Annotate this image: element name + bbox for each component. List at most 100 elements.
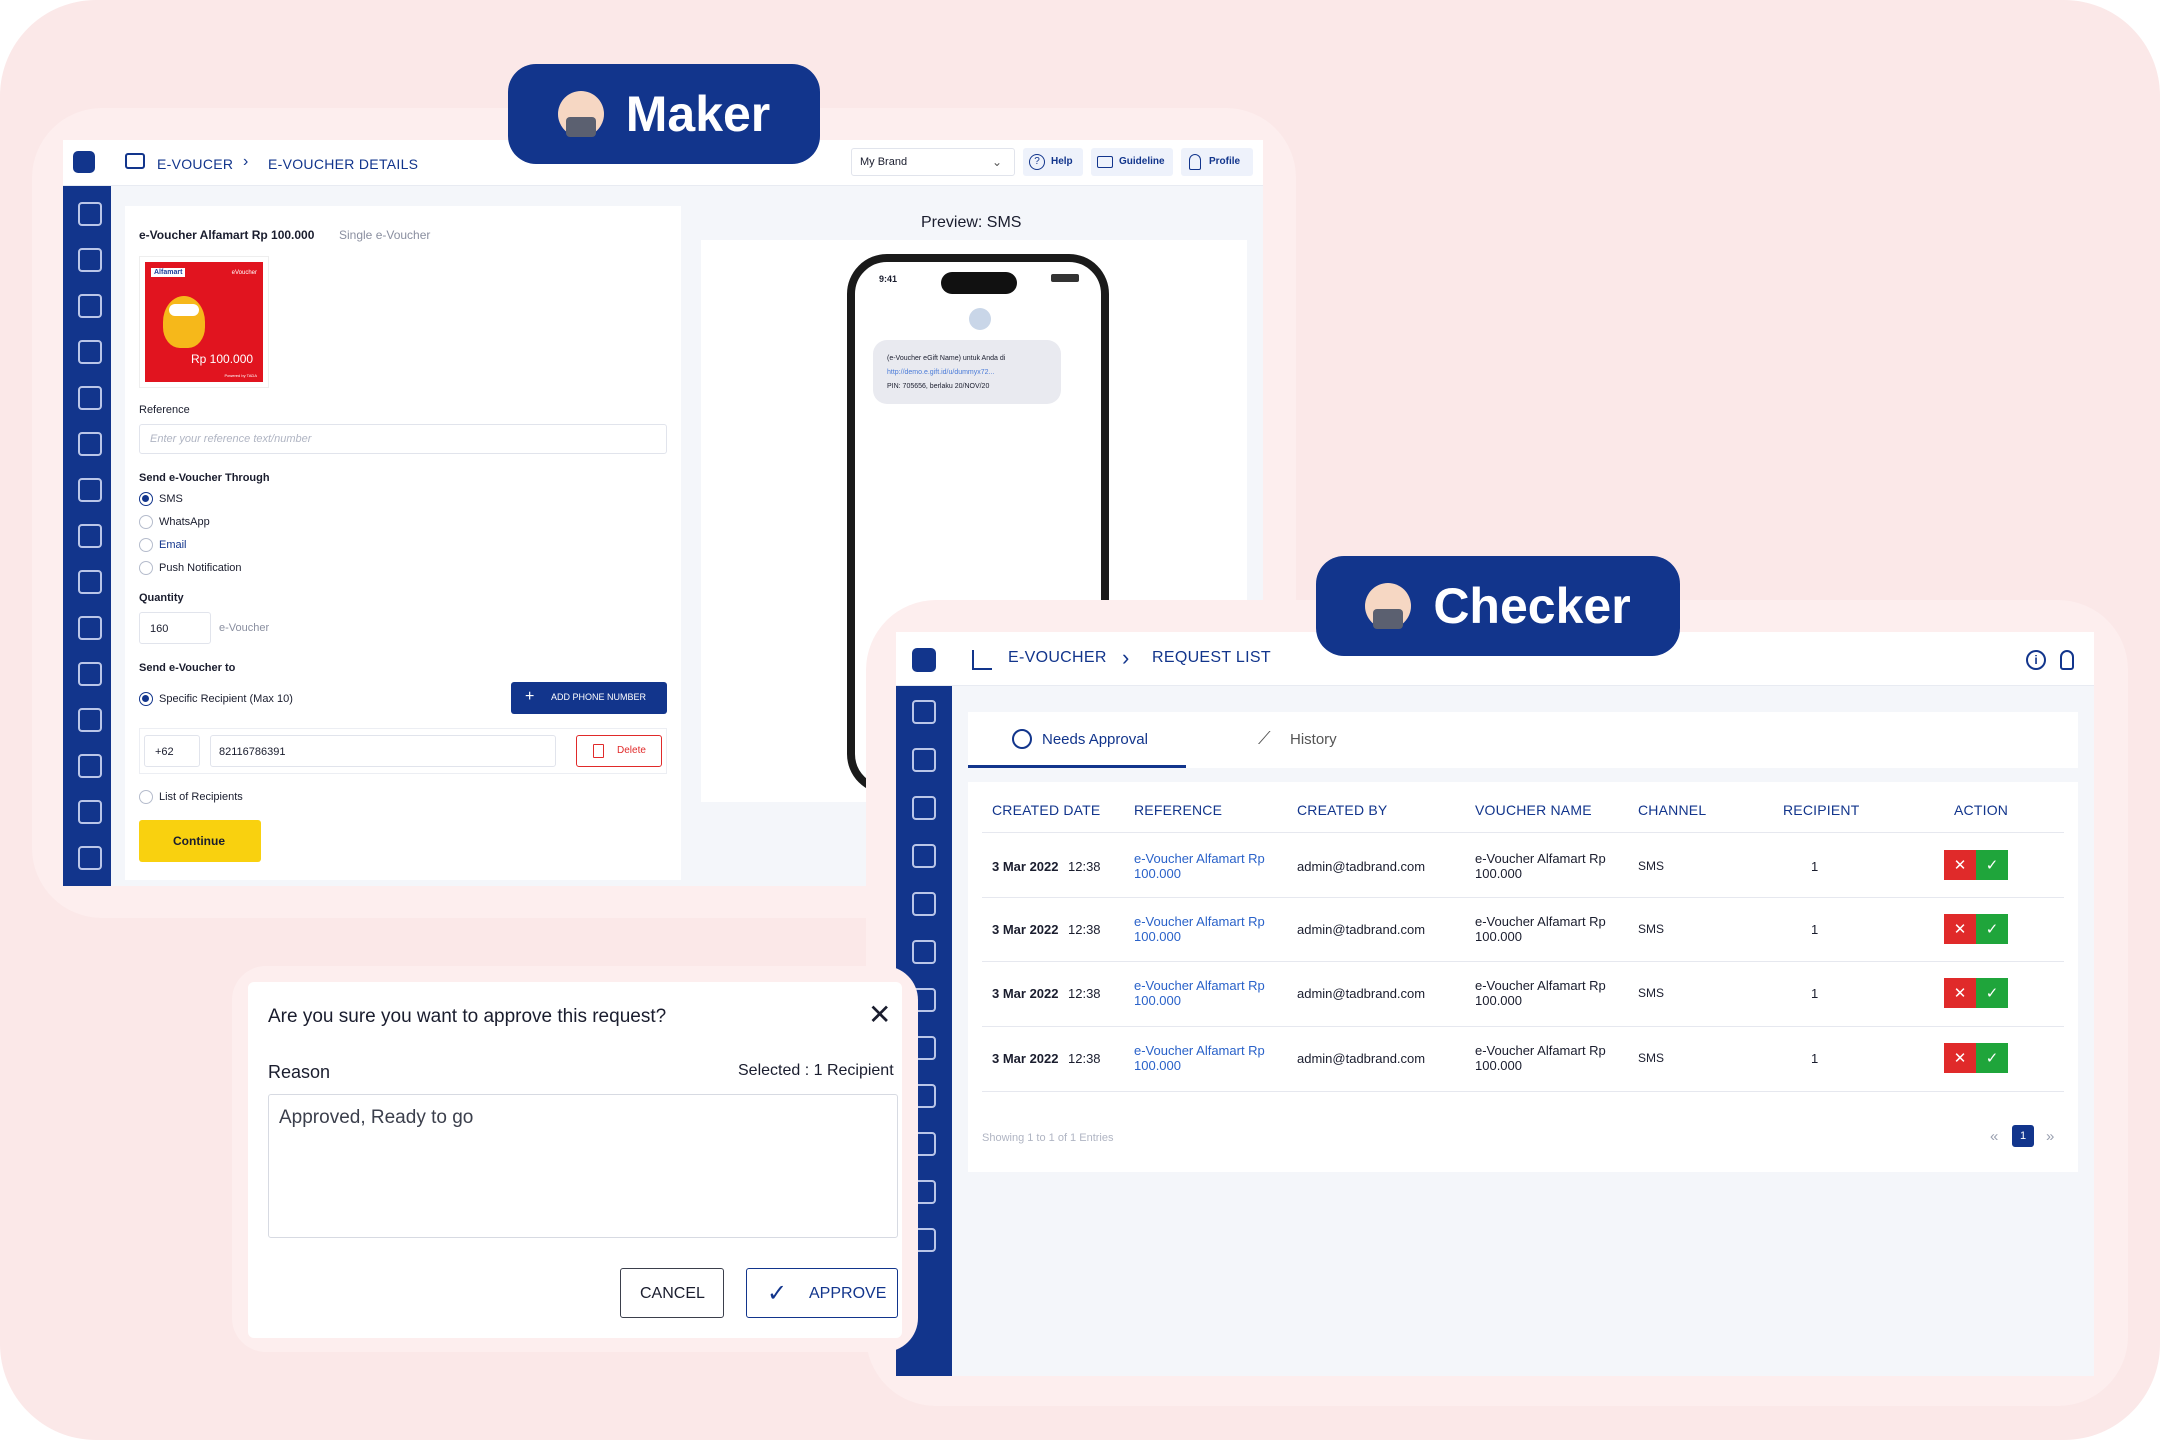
- reason-textarea[interactable]: Approved, Ready to go: [268, 1094, 898, 1238]
- profile-button[interactable]: Profile: [1181, 148, 1253, 176]
- next-page-icon[interactable]: »: [2046, 1128, 2054, 1145]
- coupon-icon[interactable]: [78, 754, 102, 778]
- breadcrumb-section[interactable]: E-VOUCHER: [1008, 649, 1107, 667]
- delete-button[interactable]: Delete: [576, 735, 662, 767]
- org-chart-icon[interactable]: [78, 248, 102, 272]
- approve-check-button[interactable]: ✓: [1976, 1043, 2008, 1073]
- sms-line-3: PIN: 705656, berlaku 20/NOV/20: [887, 383, 990, 390]
- add-phone-button[interactable]: + ADD PHONE NUMBER: [511, 682, 667, 714]
- hand-coins-icon[interactable]: [912, 892, 936, 916]
- help-label: Help: [1051, 156, 1073, 167]
- user-icon[interactable]: [2060, 650, 2074, 670]
- radio-sms[interactable]: [139, 492, 153, 506]
- voucher-settings-icon[interactable]: [78, 386, 102, 410]
- voucher-type: Single e-Voucher: [339, 228, 431, 242]
- guideline-label: Guideline: [1119, 156, 1165, 167]
- tab-history[interactable]: ⟋ History: [1258, 712, 1378, 768]
- reject-button[interactable]: ✕: [1944, 914, 1976, 944]
- channel-email[interactable]: Email: [139, 538, 187, 552]
- prev-page-icon[interactable]: «: [1990, 1128, 1998, 1145]
- channel-whatsapp-label: WhatsApp: [159, 515, 210, 528]
- row-channel: SMS: [1638, 986, 1665, 1000]
- row-recipient: 1: [1811, 859, 1819, 874]
- reference-input[interactable]: Enter your reference text/number: [139, 424, 667, 454]
- sms-link[interactable]: http://demo.e.gift.id/u/dummyx72...: [887, 366, 1047, 380]
- channel-whatsapp[interactable]: WhatsApp: [139, 515, 210, 529]
- channel-sms[interactable]: SMS: [139, 492, 183, 506]
- channel-push[interactable]: Push Notification: [139, 561, 242, 575]
- person-laptop-icon: [557, 91, 604, 137]
- row-reference[interactable]: e-Voucher Alfamart Rp 100.000: [1134, 978, 1284, 1008]
- voucher-amount: Rp 100.000: [191, 352, 254, 366]
- document-icon[interactable]: [78, 662, 102, 686]
- close-icon[interactable]: ✕: [868, 998, 891, 1031]
- alfamart-logo: Alfamart: [151, 268, 186, 277]
- radio-whatsapp[interactable]: [139, 515, 153, 529]
- row-recipient: 1: [1811, 922, 1819, 937]
- phone-number-value: 82116786391: [219, 746, 286, 758]
- country-code-field[interactable]: +62: [144, 735, 200, 767]
- approve-check-button[interactable]: ✓: [1976, 914, 2008, 944]
- continue-button[interactable]: Continue: [139, 820, 261, 862]
- list-recipients-option[interactable]: List of Recipients: [139, 790, 243, 804]
- megaphone-icon[interactable]: [78, 478, 102, 502]
- radio-push[interactable]: [139, 561, 153, 575]
- cancel-button[interactable]: CANCEL: [620, 1268, 724, 1318]
- country-code-value: +62: [155, 746, 174, 758]
- continue-label: Continue: [173, 834, 225, 848]
- sms-line-1: (e-Voucher eGift Name) untuk Anda di: [887, 355, 1006, 362]
- powered-by: Powered by TADA: [224, 373, 257, 378]
- row-recipient: 1: [1811, 1051, 1819, 1066]
- radio-email[interactable]: [139, 538, 153, 552]
- id-card-icon[interactable]: [78, 432, 102, 456]
- gift-card-icon[interactable]: [912, 940, 936, 964]
- radio-specific-recipient[interactable]: [139, 692, 153, 706]
- quantity-input[interactable]: 160: [139, 612, 211, 644]
- store-icon[interactable]: [78, 846, 102, 870]
- row-reference[interactable]: e-Voucher Alfamart Rp 100.000: [1134, 1043, 1284, 1073]
- megaphone-icon[interactable]: [912, 796, 936, 820]
- chevron-down-icon: ⌄: [991, 155, 1002, 169]
- approve-label: APPROVE: [809, 1285, 887, 1302]
- shopping-bag-icon[interactable]: [912, 844, 936, 868]
- phone-number-field[interactable]: 82116786391: [210, 735, 556, 767]
- gift-card-icon[interactable]: [78, 616, 102, 640]
- user-icon: [1189, 154, 1201, 170]
- brand-select[interactable]: My Brand ⌄: [851, 148, 1015, 176]
- credit-card-icon[interactable]: [78, 708, 102, 732]
- reject-button[interactable]: ✕: [1944, 1043, 1976, 1073]
- shopping-bag-icon[interactable]: [78, 524, 102, 548]
- app-logo[interactable]: [912, 648, 936, 672]
- approve-button[interactable]: ✓ APPROVE: [746, 1268, 898, 1318]
- help-button[interactable]: ? Help: [1023, 148, 1083, 176]
- row-voucher-name: e-Voucher Alfamart Rp 100.000: [1475, 978, 1606, 1008]
- row-reference[interactable]: e-Voucher Alfamart Rp 100.000: [1134, 851, 1284, 881]
- row-reference[interactable]: e-Voucher Alfamart Rp 100.000: [1134, 914, 1284, 944]
- hand-coins-icon[interactable]: [78, 570, 102, 594]
- voucher-icon[interactable]: [78, 340, 102, 364]
- folder-icon[interactable]: [78, 294, 102, 318]
- reject-button[interactable]: ✕: [1944, 850, 1976, 880]
- specific-recipient-option[interactable]: Specific Recipient (Max 10): [139, 692, 293, 706]
- analytics-icon: [972, 650, 992, 670]
- breadcrumb-section[interactable]: E-VOUCER: [157, 156, 233, 172]
- checker-badge: Checker: [1316, 556, 1680, 656]
- approve-check-button[interactable]: ✓: [1976, 850, 2008, 880]
- mail-icon[interactable]: [78, 800, 102, 824]
- analytics-icon[interactable]: [78, 202, 102, 226]
- id-card-icon[interactable]: [912, 748, 936, 772]
- row-voucher-name: e-Voucher Alfamart Rp 100.000: [1475, 1043, 1606, 1073]
- row-time: 12:38: [1068, 1051, 1101, 1066]
- row-channel: SMS: [1638, 859, 1665, 873]
- radio-list-recipients[interactable]: [139, 790, 153, 804]
- page-1-button[interactable]: 1: [2012, 1125, 2034, 1147]
- app-logo[interactable]: [73, 151, 95, 173]
- guideline-button[interactable]: Guideline: [1091, 148, 1173, 176]
- row-voucher-name: e-Voucher Alfamart Rp 100.000: [1475, 914, 1606, 944]
- reject-button[interactable]: ✕: [1944, 978, 1976, 1008]
- info-icon[interactable]: i: [2026, 650, 2046, 670]
- approve-check-button[interactable]: ✓: [1976, 978, 2008, 1008]
- row-recipient: 1: [1811, 986, 1819, 1001]
- tab-needs-approval[interactable]: Needs Approval: [968, 712, 1186, 768]
- analytics-icon[interactable]: [912, 700, 936, 724]
